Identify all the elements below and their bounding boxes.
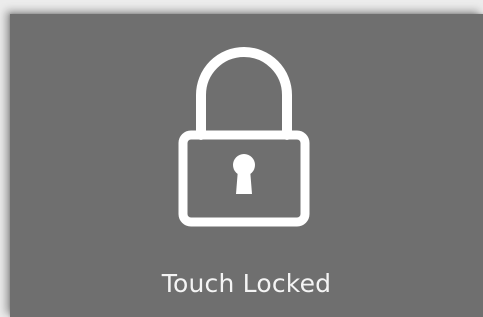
- padlock-shackle: [196, 47, 292, 140]
- padlock-icon: [174, 47, 314, 229]
- touch-lock-panel: Touch Locked: [10, 14, 483, 317]
- touch-locked-label: Touch Locked: [161, 269, 332, 298]
- padlock-graphic: [178, 47, 310, 227]
- keyhole-slot: [236, 169, 252, 194]
